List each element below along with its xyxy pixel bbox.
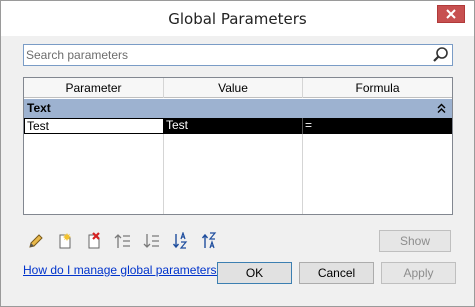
dialog-title: Global Parameters — [168, 10, 307, 28]
close-button[interactable] — [437, 5, 465, 23]
sort-ascending-button[interactable] — [170, 230, 192, 252]
dialog-body: Parameter Value Formula Text Test Test = — [9, 36, 466, 300]
parameter-value-cell[interactable]: Test — [164, 118, 303, 134]
edit-parameter-button[interactable] — [25, 230, 47, 252]
group-label: Text — [27, 101, 51, 115]
sort-descending-button[interactable] — [199, 230, 221, 252]
search-input[interactable] — [26, 46, 426, 64]
move-down-icon — [143, 234, 159, 248]
new-parameter-button[interactable] — [54, 230, 76, 252]
close-icon — [446, 9, 456, 19]
column-divider — [163, 134, 164, 214]
table-row[interactable]: Test Test = — [24, 118, 452, 134]
parameters-grid: Parameter Value Formula Text Test Test = — [23, 77, 453, 215]
title-bar: Global Parameters — [1, 1, 474, 36]
column-header-parameter[interactable]: Parameter — [24, 78, 164, 98]
new-parameter-icon — [59, 233, 71, 249]
column-divider — [302, 134, 303, 214]
help-link[interactable]: How do I manage global parameters? — [23, 263, 223, 277]
move-up-icon — [114, 234, 130, 248]
apply-button[interactable]: Apply — [381, 262, 456, 284]
grid-header: Parameter Value Formula — [24, 78, 452, 98]
move-down-button[interactable] — [141, 230, 163, 252]
delete-parameter-button[interactable] — [83, 230, 105, 252]
collapse-icon[interactable] — [437, 103, 446, 114]
column-header-value[interactable]: Value — [164, 78, 303, 98]
sort-descending-icon — [201, 232, 217, 249]
parameter-toolbar — [25, 230, 228, 252]
group-header-text[interactable]: Text — [24, 99, 452, 118]
cancel-button[interactable]: Cancel — [299, 262, 374, 284]
sort-ascending-icon — [172, 232, 188, 249]
move-up-button[interactable] — [112, 230, 134, 252]
search-box — [23, 44, 453, 66]
global-parameters-dialog: Global Parameters Parameter Value Formul… — [0, 0, 475, 307]
delete-parameter-icon — [88, 232, 100, 249]
ok-button[interactable]: OK — [217, 262, 292, 284]
search-icon[interactable] — [432, 46, 450, 64]
edit-icon — [29, 234, 43, 248]
column-header-formula[interactable]: Formula — [303, 78, 452, 98]
parameter-formula-cell[interactable]: = — [303, 118, 452, 134]
parameter-name-cell[interactable]: Test — [24, 118, 164, 134]
show-button[interactable]: Show — [379, 230, 451, 252]
